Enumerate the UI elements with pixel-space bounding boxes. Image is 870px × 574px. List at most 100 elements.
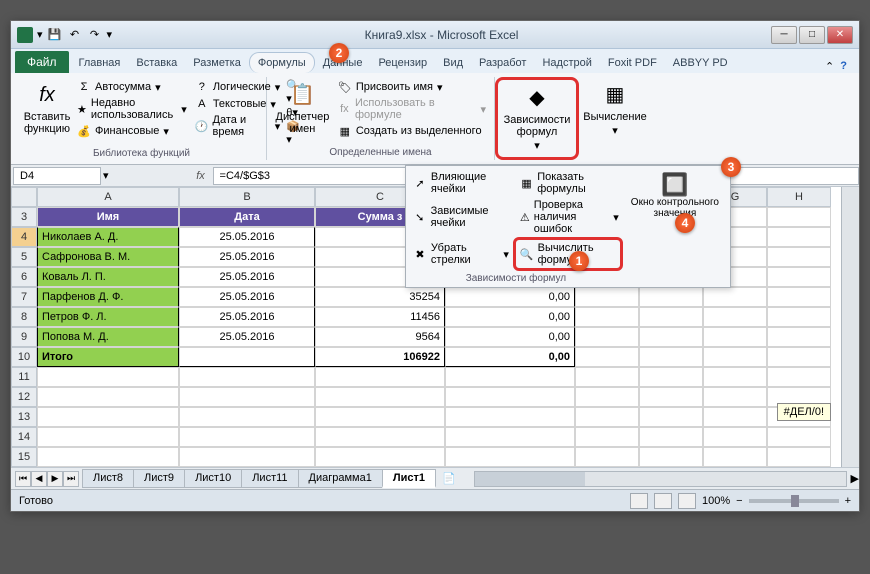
row-header[interactable]: 11 <box>11 367 37 387</box>
tab-view[interactable]: Вид <box>435 53 471 73</box>
cell[interactable] <box>703 307 767 327</box>
cell[interactable] <box>315 427 445 447</box>
tab-developer[interactable]: Разработ <box>471 53 534 73</box>
namebox-dropdown-icon[interactable]: ▾ <box>103 169 109 182</box>
row-header[interactable]: 8 <box>11 307 37 327</box>
create-from-selection-button[interactable]: ▦Создать из выделенного <box>336 123 488 139</box>
cell[interactable] <box>767 327 831 347</box>
close-button[interactable]: ✕ <box>827 26 853 44</box>
sum-cell[interactable]: 9564 <box>315 327 445 347</box>
tab-addins[interactable]: Надстрой <box>534 53 599 73</box>
tab-layout[interactable]: Разметка <box>185 53 249 73</box>
file-tab[interactable]: Файл <box>15 51 69 73</box>
formula-auditing-button[interactable]: ◆ Зависимости формул ▾ <box>495 77 579 160</box>
cell[interactable] <box>37 427 179 447</box>
cell[interactable] <box>767 347 831 367</box>
tab-insert[interactable]: Вставка <box>128 53 185 73</box>
date-cell[interactable]: 25.05.2016 <box>179 227 315 247</box>
cell[interactable] <box>179 387 315 407</box>
trace-dependents-item[interactable]: ➘Зависимые ячейки <box>409 197 516 237</box>
excel-icon[interactable] <box>17 27 33 43</box>
table-header[interactable]: Дата <box>179 207 315 227</box>
save-icon[interactable]: 💾 <box>47 27 63 43</box>
cell[interactable] <box>445 387 575 407</box>
undo-icon[interactable]: ↶ <box>67 27 83 43</box>
cell[interactable] <box>575 367 639 387</box>
new-sheet-icon[interactable]: 📄 <box>436 472 462 485</box>
cell[interactable] <box>575 387 639 407</box>
cell[interactable] <box>767 287 831 307</box>
sum-cell[interactable]: 35254 <box>315 287 445 307</box>
cell[interactable] <box>37 447 179 467</box>
row-header[interactable]: 3 <box>11 207 37 227</box>
sheet-tab[interactable]: Диаграмма1 <box>298 469 383 488</box>
value-cell[interactable]: 0,00 <box>445 287 575 307</box>
trace-precedents-item[interactable]: ➚Влияющие ячейки <box>409 169 516 197</box>
cell[interactable] <box>703 367 767 387</box>
remove-arrows-item[interactable]: ✖Убрать стрелки ▾ <box>409 237 513 271</box>
row-header[interactable]: 6 <box>11 267 37 287</box>
zoom-in-icon[interactable]: + <box>845 495 851 507</box>
total-value-cell[interactable]: 0,00 <box>445 347 575 367</box>
tab-abbyy[interactable]: ABBYY PD <box>665 53 736 73</box>
column-header[interactable]: A <box>37 187 179 207</box>
date-cell[interactable]: 25.05.2016 <box>179 247 315 267</box>
cell[interactable] <box>575 287 639 307</box>
cell[interactable] <box>575 307 639 327</box>
row-header[interactable]: 5 <box>11 247 37 267</box>
cell[interactable] <box>639 407 703 427</box>
cell[interactable] <box>315 387 445 407</box>
error-checking-item[interactable]: ⚠Проверка наличия ошибок ▾ <box>516 197 623 237</box>
row-header[interactable]: 4 <box>11 227 37 247</box>
table-header[interactable]: Имя <box>37 207 179 227</box>
cell[interactable] <box>703 447 767 467</box>
cell[interactable] <box>445 427 575 447</box>
minimize-button[interactable]: ─ <box>771 26 797 44</box>
cell[interactable] <box>575 327 639 347</box>
row-header[interactable]: 15 <box>11 447 37 467</box>
cell[interactable] <box>767 447 831 467</box>
row-header[interactable]: 13 <box>11 407 37 427</box>
name-cell[interactable]: Попова М. Д. <box>37 327 179 347</box>
row-header[interactable]: 10 <box>11 347 37 367</box>
define-name-button[interactable]: 🏷Присвоить имя ▾ <box>336 79 488 95</box>
name-box[interactable]: D4 <box>13 167 101 185</box>
cell[interactable] <box>315 367 445 387</box>
cell[interactable] <box>703 407 767 427</box>
tab-review[interactable]: Рецензир <box>370 53 435 73</box>
date-cell[interactable]: 25.05.2016 <box>179 327 315 347</box>
view-layout-icon[interactable] <box>654 493 672 509</box>
cell[interactable] <box>445 407 575 427</box>
cell[interactable] <box>445 367 575 387</box>
cell[interactable] <box>767 367 831 387</box>
cell[interactable] <box>315 407 445 427</box>
insert-function-button[interactable]: fx Вставить функцию <box>23 79 71 137</box>
tab-nav-first[interactable]: ⏮ <box>15 471 31 487</box>
cell[interactable] <box>575 407 639 427</box>
tab-home[interactable]: Главная <box>71 53 129 73</box>
cell[interactable] <box>37 387 179 407</box>
name-cell[interactable]: Парфенов Д. Ф. <box>37 287 179 307</box>
date-cell[interactable]: 25.05.2016 <box>179 307 315 327</box>
name-cell[interactable]: Сафронова В. М. <box>37 247 179 267</box>
cell[interactable] <box>639 427 703 447</box>
use-in-formula-button[interactable]: fxИспользовать в формуле ▾ <box>336 96 488 122</box>
zoom-out-icon[interactable]: − <box>736 495 742 507</box>
cell[interactable] <box>315 447 445 467</box>
total-sum-cell[interactable]: 106922 <box>315 347 445 367</box>
name-manager-button[interactable]: 📋 Диспетчер имен <box>273 79 332 137</box>
sum-cell[interactable]: 11456 <box>315 307 445 327</box>
cell[interactable] <box>703 387 767 407</box>
cell[interactable] <box>767 247 831 267</box>
view-pagebreak-icon[interactable] <box>678 493 696 509</box>
sheet-tab[interactable]: Лист1 <box>382 469 436 488</box>
show-formulas-item[interactable]: ▦Показать формулы <box>516 169 623 197</box>
minimize-ribbon-icon[interactable]: ⌃ <box>825 60 834 73</box>
row-header[interactable]: 14 <box>11 427 37 447</box>
tab-formulas[interactable]: Формулы <box>249 52 315 73</box>
cell[interactable] <box>639 387 703 407</box>
vertical-scrollbar[interactable] <box>841 187 859 467</box>
sheet-tab[interactable]: Лист9 <box>133 469 185 488</box>
horizontal-scrollbar[interactable] <box>474 471 847 487</box>
date-cell[interactable]: 25.05.2016 <box>179 287 315 307</box>
